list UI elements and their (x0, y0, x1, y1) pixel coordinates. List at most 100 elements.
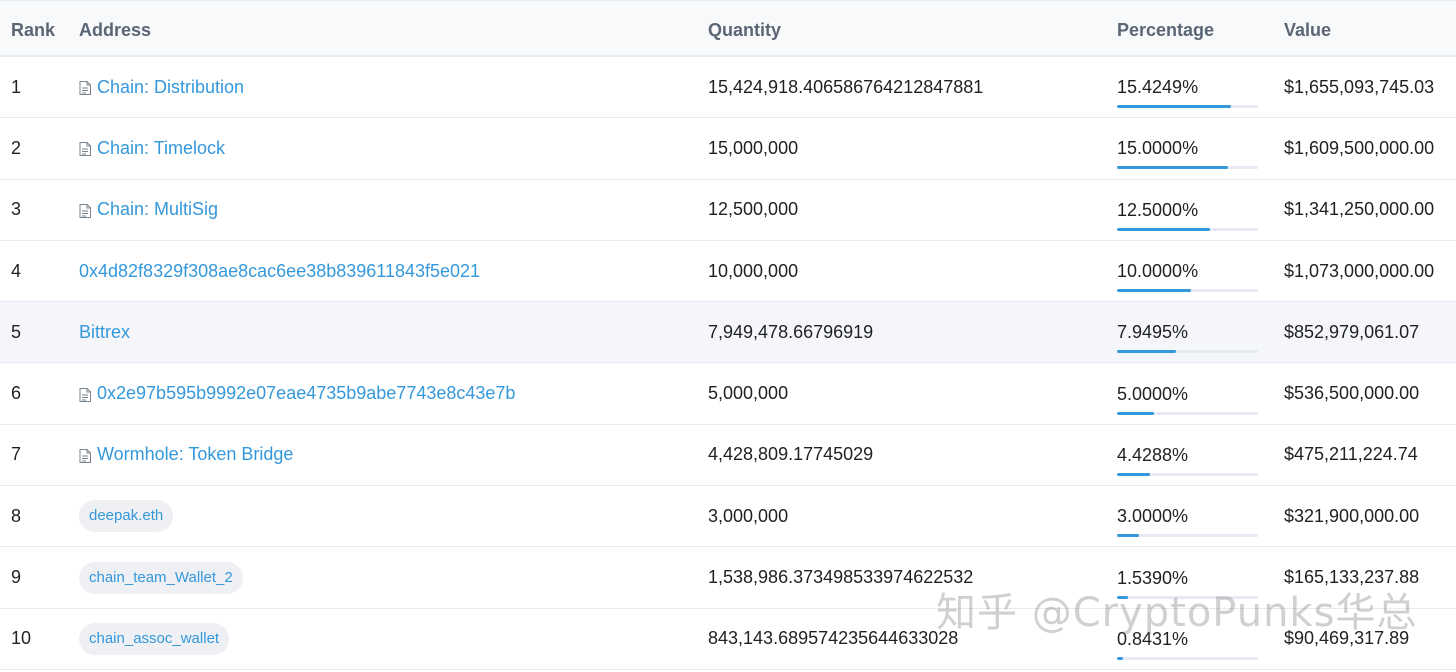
value-cell: $1,341,250,000.00 (1284, 199, 1435, 220)
percentage-bar-track (1117, 166, 1258, 170)
rank-cell: 4 (11, 260, 22, 281)
quantity-cell: 5,000,000 (708, 383, 789, 404)
percentage-text: 12.5000% (1117, 199, 1199, 220)
rank-cell: 7 (11, 444, 22, 465)
value-cell: $165,133,237.88 (1284, 567, 1420, 588)
contract-file-icon (79, 447, 91, 463)
percentage-bar-fill (1117, 289, 1192, 293)
value-cell: $852,979,061.07 (1284, 321, 1420, 342)
table-row: 5 Bittrex 7,949,478.66796919 7.9495% $852,97… (0, 302, 1456, 364)
rank-cell: 2 (11, 137, 22, 158)
address-cell: chain_assoc_wallet (79, 609, 230, 669)
address-link[interactable]: 0x2e97b595b9992e07eae4735b9abe7743e8c43e… (97, 383, 515, 404)
rank-cell: 5 (11, 321, 22, 342)
address-link[interactable]: Bittrex (79, 322, 130, 343)
percentage-cell: 15.4249% (1117, 57, 1259, 117)
percentage-bar-fill (1117, 105, 1232, 109)
percentage-cell: 7.9495% (1117, 302, 1259, 362)
table-row: 1 Chain: Distribution 15,424,918.406586764… (0, 57, 1456, 119)
address-cell: Chain: MultiSig (79, 180, 218, 240)
percentage-text: 15.4249% (1117, 77, 1199, 98)
address-name-tag[interactable]: chain_assoc_wallet (79, 622, 230, 655)
address-name-tag[interactable]: deepak.eth (79, 500, 174, 533)
rank-cell: 9 (11, 567, 22, 588)
value-cell: $1,609,500,000.00 (1284, 137, 1435, 158)
header-percentage: Percentage (1117, 20, 1215, 40)
percentage-bar-track (1117, 472, 1258, 476)
percentage-text: 0.8431% (1117, 628, 1189, 649)
percentage-text: 5.0000% (1117, 383, 1189, 404)
address-cell: chain_team_Wallet_2 (79, 547, 243, 607)
percentage-bar-track (1117, 105, 1258, 109)
percentage-wrap: 4.4288% (1117, 444, 1259, 476)
header-address: Address (79, 20, 152, 40)
percentage-wrap: 3.0000% (1117, 505, 1259, 538)
value-cell: $1,655,093,745.03 (1284, 76, 1435, 97)
quantity-cell: 7,949,478.66796919 (708, 321, 874, 342)
address-link-wrap: Chain: Distribution (79, 77, 244, 98)
percentage-cell: 4.4288% (1117, 425, 1259, 485)
percentage-bar-track (1117, 289, 1258, 293)
address-cell: deepak.eth (79, 486, 174, 546)
percentage-cell: 12.5000% (1117, 180, 1259, 240)
percentage-wrap: 12.5000% (1117, 199, 1259, 231)
percentage-bar-track (1117, 656, 1258, 660)
address-link[interactable]: Chain: MultiSig (97, 199, 218, 220)
rank-cell: 3 (11, 199, 22, 220)
percentage-text: 15.0000% (1117, 138, 1199, 159)
percentage-wrap: 5.0000% (1117, 383, 1259, 415)
rank-cell: 8 (11, 505, 22, 526)
percentage-bar-fill (1117, 595, 1129, 599)
percentage-text: 4.4288% (1117, 444, 1189, 465)
percentage-wrap: 15.4249% (1117, 76, 1259, 109)
address-link[interactable]: Chain: Distribution (97, 77, 244, 98)
quantity-cell: 10,000,000 (708, 260, 799, 281)
address-link[interactable]: 0x4d82f8329f308ae8cac6ee38b839611843f5e0… (79, 261, 480, 282)
percentage-bar-fill (1117, 227, 1210, 231)
value-cell: $1,073,000,000.00 (1284, 260, 1435, 281)
address-name-tag[interactable]: chain_team_Wallet_2 (79, 561, 243, 594)
table-row: 2 Chain: Timelock 15,000,000 15.0000% $1,609… (0, 118, 1456, 180)
value-cell: $475,211,224.74 (1284, 444, 1418, 465)
rank-cell: 1 (11, 76, 22, 97)
table-row: 3 Chain: MultiSig 12,500,000 12.5000% $1,341… (0, 180, 1456, 241)
address-link-wrap: Chain: Timelock (79, 138, 225, 159)
address-link-wrap: 0x2e97b595b9992e07eae4735b9abe7743e8c43e… (79, 383, 515, 404)
table-row: 8 deepak.eth 3,000,000 3.0000% $321,900,000.… (0, 486, 1456, 548)
percentage-cell: 1.5390% (1117, 547, 1259, 607)
percentage-bar-track (1117, 534, 1258, 538)
percentage-wrap: 10.0000% (1117, 260, 1259, 293)
address-cell: Chain: Distribution (79, 57, 244, 117)
quantity-cell: 15,424,918.406586764212847881 (708, 76, 984, 97)
address-link[interactable]: Wormhole: Token Bridge (97, 444, 293, 465)
quantity-cell: 4,428,809.17745029 (708, 444, 874, 465)
address-link-wrap: Wormhole: Token Bridge (79, 444, 293, 465)
address-link[interactable]: Chain: Timelock (97, 138, 225, 159)
value-cell: $536,500,000.00 (1284, 383, 1420, 404)
address-cell: Bittrex (79, 302, 130, 362)
contract-file-icon (79, 386, 91, 402)
percentage-bar-track (1117, 411, 1258, 415)
percentage-bar-fill (1117, 350, 1176, 354)
contract-file-icon (79, 140, 91, 157)
percentage-cell: 10.0000% (1117, 241, 1259, 301)
table-body: 1 Chain: Distribution 15,424,918.406586764… (0, 57, 1456, 670)
table-row: 9 chain_team_Wallet_2 1,538,986.3734985339… (0, 547, 1456, 609)
percentage-bar-fill (1117, 534, 1140, 538)
quantity-cell: 843,143.689574235644633028 (708, 628, 959, 649)
percentage-bar-fill (1117, 656, 1124, 660)
percentage-bar-fill (1117, 166, 1229, 170)
percentage-bar-fill (1117, 411, 1155, 415)
percentage-text: 3.0000% (1117, 506, 1189, 527)
percentage-bar-track (1117, 227, 1258, 231)
header-value: Value (1284, 20, 1332, 40)
address-cell: 0x2e97b595b9992e07eae4735b9abe7743e8c43e… (79, 363, 515, 423)
quantity-cell: 12,500,000 (708, 199, 799, 220)
address-cell: Wormhole: Token Bridge (79, 425, 293, 485)
percentage-cell: 0.8431% (1117, 609, 1259, 669)
token-holders-table: Rank Address Quantity Percentage Value 1… (0, 0, 1456, 670)
table-row: 7 Wormhole: Token Bridge 4,428,809.1774502… (0, 425, 1456, 487)
address-cell: 0x4d82f8329f308ae8cac6ee38b839611843f5e0… (79, 241, 480, 301)
percentage-text: 7.9495% (1117, 322, 1189, 343)
table-row: 10 chain_assoc_wallet 843,143.689574235644… (0, 609, 1456, 670)
